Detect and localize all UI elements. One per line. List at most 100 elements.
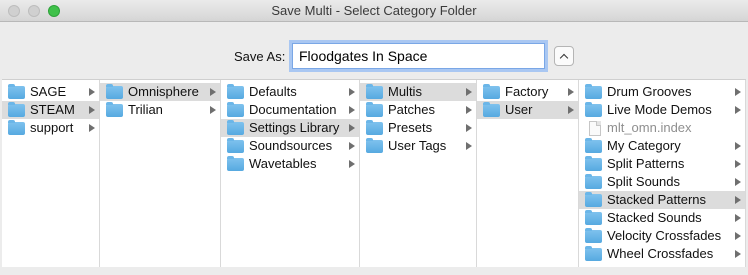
folder-icon [585,84,602,99]
disclosure-arrow-icon [568,88,574,96]
folder-icon [585,102,602,117]
browser-item-label: User [505,102,533,117]
browser-item[interactable]: Velocity Crossfades [579,227,745,245]
browser-item[interactable]: Presets [360,119,476,137]
browser-item[interactable]: Stacked Patterns [579,191,745,209]
browser-item-label: mlt_omn.index [607,120,692,135]
folder-icon [8,84,25,99]
disclosure-arrow-icon [210,106,216,114]
disclosure-arrow-icon [735,214,741,222]
browser-item[interactable]: Omnisphere [100,83,220,101]
folder-icon [106,84,123,99]
save-as-label: Save As: [234,49,286,64]
browser-item-label: Patches [388,102,435,117]
collapse-browser-button[interactable] [554,46,574,66]
browser-column-3[interactable]: Defaults Documentation Settings Library Sou… [221,80,360,268]
browser-item-label: Presets [388,120,433,135]
browser-item-label: Stacked Patterns [607,192,706,207]
window-bottom-bar [0,267,748,275]
browser-item[interactable]: Multis [360,83,476,101]
browser-item-label: Drum Grooves [607,84,692,99]
browser-item[interactable]: Drum Grooves [579,83,745,101]
folder-icon [483,102,500,117]
disclosure-arrow-icon [466,142,472,150]
browser-column-6[interactable]: Drum Grooves Live Mode Demos mlt_omn.index… [579,80,746,268]
browser-item[interactable]: Patches [360,101,476,119]
browser-item[interactable]: Stacked Sounds [579,209,745,227]
disclosure-arrow-icon [89,88,95,96]
browser-item[interactable]: User [477,101,578,119]
browser-item[interactable]: Live Mode Demos [579,101,745,119]
browser-item[interactable]: Documentation [221,101,359,119]
browser-item[interactable]: Wavetables [221,155,359,173]
folder-icon [585,228,602,243]
browser-item-label: My Category [607,138,681,153]
save-as-input[interactable] [292,43,545,69]
folder-icon [227,84,244,99]
disclosure-arrow-icon [735,250,741,258]
browser-item-label: Wheel Crossfades [607,246,714,261]
browser-item-label: SAGE [30,84,67,99]
browser-item[interactable]: mlt_omn.index [579,119,745,137]
folder-icon [8,102,25,117]
disclosure-arrow-icon [89,106,95,114]
browser-item-label: Documentation [249,102,337,117]
disclosure-arrow-icon [349,160,355,168]
disclosure-arrow-icon [349,106,355,114]
browser-item[interactable]: User Tags [360,137,476,155]
folder-icon [483,84,500,99]
folder-icon [585,192,602,207]
browser-item[interactable]: Split Patterns [579,155,745,173]
browser-item[interactable]: Soundsources [221,137,359,155]
folder-icon [366,138,383,153]
folder-icon [227,156,244,171]
browser-item[interactable]: Settings Library [221,119,359,137]
disclosure-arrow-icon [466,106,472,114]
disclosure-arrow-icon [466,88,472,96]
folder-icon [585,138,602,153]
disclosure-arrow-icon [735,160,741,168]
browser-item[interactable]: Split Sounds [579,173,745,191]
disclosure-arrow-icon [735,232,741,240]
browser-item[interactable]: support [2,119,99,137]
column-browser: SAGE STEAM support Omnisphere Trilian Default… [2,79,746,268]
browser-item-label: Velocity Crossfades [607,228,722,243]
browser-item-label: User Tags [388,138,447,153]
folder-icon [366,102,383,117]
browser-item[interactable]: Trilian [100,101,220,119]
disclosure-arrow-icon [466,124,472,132]
browser-item[interactable]: Defaults [221,83,359,101]
browser-item[interactable]: My Category [579,137,745,155]
browser-column-5[interactable]: Factory User [477,80,579,268]
disclosure-arrow-icon [349,88,355,96]
browser-item-label: Multis [388,84,422,99]
browser-item[interactable]: Wheel Crossfades [579,245,745,263]
browser-item-label: Settings Library [249,120,340,135]
folder-icon [106,102,123,117]
folder-icon [227,102,244,117]
browser-item-label: Defaults [249,84,297,99]
browser-item[interactable]: Factory [477,83,578,101]
title-bar: Save Multi - Select Category Folder [0,0,748,22]
document-icon [589,121,601,136]
folder-icon [366,84,383,99]
browser-item[interactable]: STEAM [2,101,99,119]
disclosure-arrow-icon [89,124,95,132]
browser-column-2[interactable]: Omnisphere Trilian [100,80,221,268]
browser-item-label: Split Patterns [607,156,685,171]
browser-column-4[interactable]: Multis Patches Presets User Tags [360,80,477,268]
disclosure-arrow-icon [735,142,741,150]
browser-item-label: Trilian [128,102,163,117]
browser-item[interactable]: SAGE [2,83,99,101]
disclosure-arrow-icon [735,106,741,114]
browser-item-label: Stacked Sounds [607,210,702,225]
browser-item-label: support [30,120,74,135]
browser-column-1[interactable]: SAGE STEAM support [2,80,100,268]
folder-icon [585,174,602,189]
browser-item-label: Split Sounds [607,174,680,189]
folder-icon [585,246,602,261]
disclosure-arrow-icon [349,124,355,132]
browser-item-label: Soundsources [249,138,333,153]
folder-icon [227,120,244,135]
disclosure-arrow-icon [735,178,741,186]
